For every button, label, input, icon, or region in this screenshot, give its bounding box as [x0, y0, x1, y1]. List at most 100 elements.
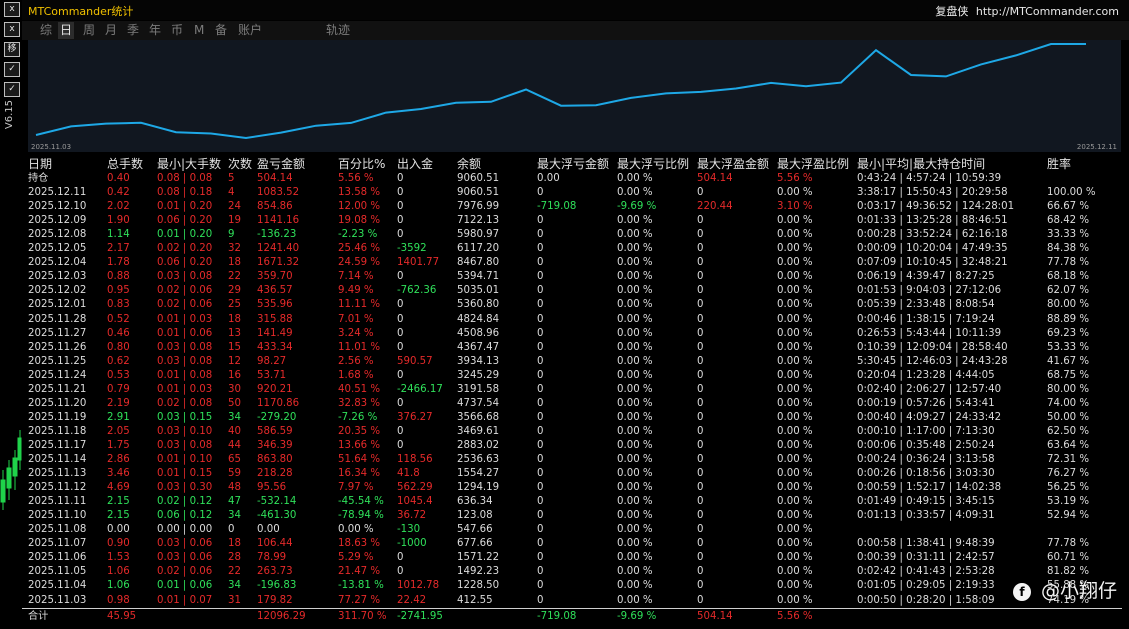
row-max-profit-pct: 0.00 %	[777, 595, 813, 606]
row-date: 2025.11.25	[28, 356, 87, 367]
row-pct: 51.64 %	[338, 454, 381, 465]
row-balance: 4367.47	[457, 342, 500, 353]
row-max-loss-pct: 0.00 %	[617, 314, 653, 325]
row-minmax: 0.02 | 0.12	[157, 496, 213, 507]
row-minmax: 0.01 | 0.08	[157, 370, 213, 381]
col-max-float-profit: 最大浮盈金额	[697, 157, 770, 171]
row-max-loss-pct: 0.00 %	[617, 426, 653, 437]
row-hold-time: 0:00:39 | 0:31:11 | 2:42:57	[857, 552, 995, 563]
row-date: 2025.11.28	[28, 314, 87, 325]
row-max-loss: -719.08	[537, 201, 577, 212]
row-balance: 3566.68	[457, 412, 500, 423]
row-max-loss: 0	[537, 482, 544, 493]
row-win-rate: 52.94 %	[1047, 510, 1090, 521]
tab-note[interactable]: 备	[213, 22, 229, 39]
table-row: 2025.12.10 2.02 0.01 | 0.20 24 854.86 12.00 %…	[22, 200, 1122, 214]
row-max-loss: 0	[537, 412, 544, 423]
brand-name: 复盘侠	[935, 5, 969, 18]
table-row: 2025.12.03 0.88 0.03 | 0.08 22 359.70 7.14 % 0…	[22, 270, 1122, 284]
row-minmax: 0.01 | 0.06	[157, 580, 213, 591]
row-win-rate: 77.78 %	[1047, 257, 1090, 268]
tab-overview[interactable]: 综	[38, 22, 54, 39]
row-pnl: 95.56	[257, 482, 287, 493]
brand-url-link[interactable]: http://MTCommander.com	[976, 5, 1119, 18]
row-dw: 0	[397, 328, 404, 339]
row-max-profit: 0	[697, 510, 704, 521]
row-count: 59	[228, 468, 241, 479]
row-dw: 590.57	[397, 356, 433, 367]
row-pnl: 359.70	[257, 271, 293, 282]
move-button[interactable]: 移	[4, 42, 20, 57]
check-button[interactable]: ✓	[4, 62, 20, 77]
row-win-rate: 88.89 %	[1047, 314, 1090, 325]
row-max-loss: 0	[537, 370, 544, 381]
tab-track[interactable]: 轨迹	[324, 22, 352, 39]
row-date: 2025.12.11	[28, 187, 87, 198]
table-row: 2025.12.05 2.17 0.02 | 0.20 32 1241.40 25.46 …	[22, 242, 1122, 256]
daily-stats-table: 日期 总手数 最小|大手数 次数 盈亏金额 百分比% 出入金 余额 最大浮亏金额…	[22, 155, 1129, 629]
row-max-loss-pct: 0.00 %	[617, 580, 653, 591]
row-pnl: 1241.40	[257, 243, 300, 254]
tab-quarter[interactable]: 季	[125, 22, 141, 39]
close-button-2[interactable]: x	[4, 22, 20, 37]
col-pct: 百分比%	[338, 157, 386, 171]
row-balance: 5394.71	[457, 271, 500, 282]
tab-currency[interactable]: 币	[169, 22, 185, 39]
tab-week[interactable]: 周	[81, 22, 97, 39]
row-dw: 1012.78	[397, 580, 440, 591]
tab-account[interactable]: 账户	[236, 22, 264, 39]
row-lots: 0.90	[107, 538, 130, 549]
row-max-profit-pct: 0.00 %	[777, 482, 813, 493]
row-pnl: 53.71	[257, 370, 287, 381]
row-max-profit: 0	[697, 384, 704, 395]
row-win-rate: 68.42 %	[1047, 215, 1090, 226]
row-balance: 9060.51	[457, 187, 500, 198]
col-pnl: 盈亏金额	[257, 157, 306, 171]
table-row: 2025.11.28 0.52 0.01 | 0.03 18 315.88 7.01 % 0…	[22, 313, 1122, 327]
row-dw: 376.27	[397, 412, 433, 423]
row-minmax: 0.08 | 0.08	[157, 173, 213, 184]
row-dw: 0	[397, 215, 404, 226]
row-pnl: 0.00	[257, 524, 280, 535]
row-date: 2025.11.03	[28, 595, 87, 606]
row-date: 2025.11.12	[28, 482, 87, 493]
tab-year[interactable]: 年	[147, 22, 163, 39]
tab-m[interactable]: M	[192, 22, 206, 39]
row-minmax: 0.03 | 0.06	[157, 552, 213, 563]
row-max-profit-pct: 0.00 %	[777, 257, 813, 268]
row-pct: -7.26 %	[338, 412, 378, 423]
row-balance: 1294.19	[457, 482, 500, 493]
tab-month[interactable]: 月	[103, 22, 119, 39]
row-pct: 18.63 %	[338, 538, 381, 549]
row-lots: 1.06	[107, 580, 130, 591]
row-max-loss-pct: 0.00 %	[617, 595, 653, 606]
row-count: 40	[228, 426, 241, 437]
row-max-loss: 0	[537, 566, 544, 577]
row-hold-time: 0:43:24 | 4:57:24 | 10:59:39	[857, 173, 1002, 184]
row-minmax: 0.02 | 0.06	[157, 285, 213, 296]
row-max-loss-pct: 0.00 %	[617, 229, 653, 240]
check-button-2[interactable]: ✓	[4, 82, 20, 97]
row-dw: 0	[397, 370, 404, 381]
row-hold-time: 0:00:59 | 1:52:17 | 14:02:38	[857, 482, 1002, 493]
row-max-loss: 0	[537, 257, 544, 268]
row-date: 2025.11.18	[28, 426, 87, 437]
row-max-loss-pct: 0.00 %	[617, 356, 653, 367]
row-pct: 0.00 %	[338, 524, 374, 535]
row-balance: 4824.84	[457, 314, 500, 325]
row-pct: 40.51 %	[338, 384, 381, 395]
row-max-loss: 0	[537, 524, 544, 535]
row-max-loss-pct: 0.00 %	[617, 271, 653, 282]
row-date: 持仓	[28, 173, 49, 184]
close-button[interactable]: x	[4, 2, 20, 17]
row-max-profit: 0	[697, 538, 704, 549]
row-max-profit-pct: 0.00 %	[777, 510, 813, 521]
row-dw: 1401.77	[397, 257, 440, 268]
row-max-profit: 0	[697, 595, 704, 606]
row-lots: 0.40	[107, 173, 130, 184]
row-hold-time: 0:01:49 | 0:49:15 | 3:45:15	[857, 496, 995, 507]
chart-start-date: 2025.11.03	[31, 143, 72, 151]
row-balance: 636.34	[457, 496, 493, 507]
row-lots: 0.46	[107, 328, 130, 339]
tab-day[interactable]: 日	[58, 22, 75, 39]
